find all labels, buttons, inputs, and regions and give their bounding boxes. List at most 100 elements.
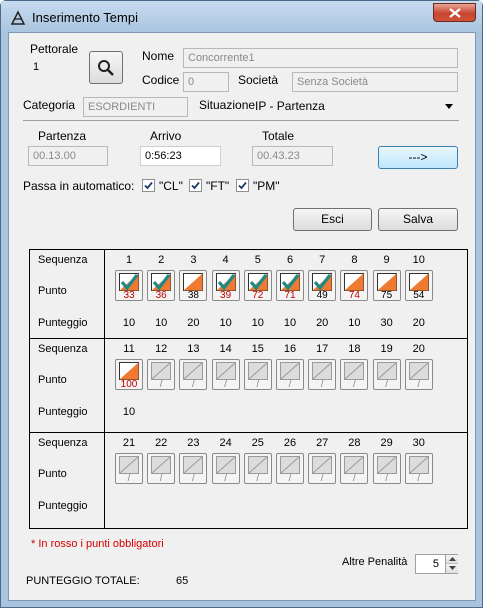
point-cell[interactable]: / bbox=[308, 359, 337, 390]
points-grid: Sequenza Punto Punteggio 1 33 10 2 36 10 3 38 20 4 39… bbox=[29, 249, 468, 529]
checkmark-icon bbox=[191, 181, 200, 190]
point-score: 20 bbox=[412, 317, 425, 329]
point-cell[interactable]: 39 bbox=[211, 270, 240, 301]
point-code: / bbox=[159, 379, 163, 390]
grid-column-separator bbox=[104, 250, 105, 528]
point-code: / bbox=[417, 379, 421, 390]
point-cell[interactable]: 36 bbox=[147, 270, 176, 301]
point-cell[interactable]: / bbox=[372, 453, 401, 484]
point-cell[interactable]: / bbox=[211, 453, 240, 484]
point-cell[interactable]: / bbox=[276, 453, 304, 484]
point-cell[interactable]: / bbox=[340, 359, 369, 390]
point-cell[interactable]: 100 bbox=[115, 359, 143, 390]
row-label-sequenza: Sequenza bbox=[38, 254, 88, 266]
point-cell[interactable]: / bbox=[243, 359, 272, 390]
point-cell[interactable]: / bbox=[179, 359, 208, 390]
point-cell[interactable]: / bbox=[147, 359, 176, 390]
auto-checkbox[interactable] bbox=[189, 179, 202, 192]
control-checked-icon bbox=[280, 273, 300, 291]
penalita-stepper[interactable]: 5 bbox=[415, 554, 458, 574]
control-flag-icon bbox=[183, 273, 204, 291]
arrivo-field[interactable]: 0:56:23 bbox=[140, 146, 221, 166]
control-flag-icon bbox=[119, 362, 139, 380]
point-cell[interactable]: 49 bbox=[308, 270, 337, 301]
point-cell[interactable]: / bbox=[372, 359, 401, 390]
point-cell[interactable]: 71 bbox=[276, 270, 304, 301]
point-cell[interactable]: / bbox=[404, 359, 433, 390]
control-checked-icon bbox=[312, 273, 333, 291]
sequence-number: 7 bbox=[319, 254, 326, 266]
row-label-sequenza: Sequenza bbox=[38, 437, 88, 449]
sequence-number: 30 bbox=[412, 437, 425, 449]
point-code: / bbox=[288, 473, 292, 484]
pettorale-label: Pettorale bbox=[30, 42, 79, 56]
sequence-number: 15 bbox=[251, 343, 264, 355]
point-cell[interactable]: / bbox=[276, 359, 304, 390]
point-cell[interactable]: / bbox=[243, 453, 272, 484]
point-code: 74 bbox=[348, 290, 360, 301]
empty-point-icon bbox=[247, 456, 268, 474]
stepper-down-button[interactable] bbox=[445, 564, 458, 573]
point-cell[interactable]: / bbox=[340, 453, 369, 484]
search-button[interactable] bbox=[89, 51, 123, 84]
point-cell[interactable]: / bbox=[211, 359, 240, 390]
salva-button[interactable]: Salva bbox=[378, 208, 458, 231]
point-score: 10 bbox=[283, 317, 297, 329]
point-cell[interactable]: 33 bbox=[115, 270, 143, 301]
point-cell[interactable]: / bbox=[115, 453, 143, 484]
situazione-select[interactable]: IP - Partenza bbox=[255, 99, 457, 113]
esci-button[interactable]: Esci bbox=[293, 208, 372, 231]
empty-point-icon bbox=[312, 362, 333, 380]
sequence-number: 22 bbox=[155, 437, 168, 449]
sequence-number: 5 bbox=[254, 254, 261, 266]
control-checked-icon bbox=[215, 273, 236, 291]
auto-checkbox[interactable] bbox=[236, 179, 249, 192]
auto-checkbox-label: "PM" bbox=[253, 179, 280, 193]
totale-time-field[interactable]: 00.43.23 bbox=[252, 146, 333, 166]
empty-point-icon bbox=[344, 456, 365, 474]
control-flag-icon bbox=[376, 273, 397, 291]
close-button[interactable] bbox=[433, 3, 476, 22]
point-cell[interactable]: 72 bbox=[243, 270, 272, 301]
categoria-label: Categoria bbox=[23, 98, 76, 112]
point-score: 10 bbox=[251, 317, 264, 329]
point-cell[interactable]: 38 bbox=[179, 270, 208, 301]
empty-point-icon bbox=[408, 456, 429, 474]
close-icon bbox=[449, 8, 461, 18]
point-code: 49 bbox=[316, 290, 328, 301]
point-cell[interactable]: / bbox=[308, 453, 337, 484]
row-label-punto: Punto bbox=[38, 285, 67, 297]
row-label-punteggio: Punteggio bbox=[38, 500, 88, 512]
chevron-down-icon bbox=[445, 104, 453, 109]
divider bbox=[23, 120, 459, 121]
societa-field[interactable]: Senza Società bbox=[292, 72, 458, 92]
point-cell[interactable]: 54 bbox=[404, 270, 433, 301]
point-code: / bbox=[385, 473, 388, 484]
point-cell[interactable]: / bbox=[179, 453, 208, 484]
pettorale-field[interactable]: 1 bbox=[29, 58, 69, 78]
codice-label: Codice bbox=[142, 73, 180, 87]
partenza-field[interactable]: 00.13.00 bbox=[28, 146, 108, 166]
point-cell[interactable]: / bbox=[147, 453, 176, 484]
point-code: 72 bbox=[252, 290, 264, 301]
auto-checkbox[interactable] bbox=[142, 179, 155, 192]
control-checked-icon bbox=[119, 273, 139, 291]
point-code: 38 bbox=[187, 290, 199, 301]
compute-total-button[interactable]: ---> bbox=[378, 146, 458, 169]
point-code: / bbox=[320, 379, 324, 390]
sequence-number: 24 bbox=[219, 437, 232, 449]
auto-checkbox-label: "CL" bbox=[159, 179, 183, 193]
point-cell[interactable]: 75 bbox=[372, 270, 401, 301]
partenza-label: Partenza bbox=[38, 129, 87, 143]
categoria-field[interactable]: ESORDIENTI bbox=[83, 97, 188, 117]
stepper-up-button[interactable] bbox=[445, 555, 458, 564]
codice-field[interactable]: 0 bbox=[183, 72, 229, 92]
empty-point-icon bbox=[280, 456, 300, 474]
row-label-punteggio: Punteggio bbox=[38, 317, 88, 329]
empty-point-icon bbox=[215, 456, 236, 474]
point-cell[interactable]: / bbox=[404, 453, 433, 484]
point-cell[interactable]: 74 bbox=[340, 270, 369, 301]
empty-point-icon bbox=[280, 362, 300, 380]
point-code: 36 bbox=[155, 290, 167, 301]
nome-field[interactable]: Concorrente1 bbox=[183, 48, 458, 68]
